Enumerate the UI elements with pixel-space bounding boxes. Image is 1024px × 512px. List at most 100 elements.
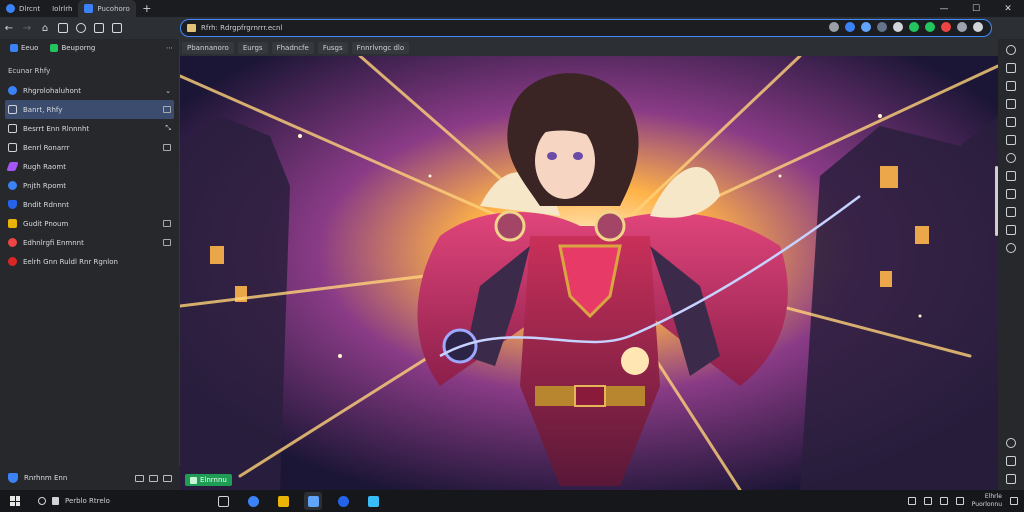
sidebar-item-7[interactable]: Gudit Pnoum	[0, 214, 179, 233]
download-icon[interactable]	[925, 22, 935, 32]
translate-icon[interactable]	[1006, 225, 1016, 235]
volume-icon[interactable]	[939, 497, 948, 505]
sidebar-footer-label[interactable]: Rnrhnm Enn	[24, 474, 67, 482]
plus-icon[interactable]	[1006, 243, 1016, 253]
chat-icon[interactable]	[1006, 117, 1016, 127]
start-button[interactable]	[0, 496, 30, 506]
bookmark-item-2[interactable]: Fhadncfe	[271, 41, 314, 54]
settings-icon[interactable]	[1006, 438, 1016, 448]
taskbar-app-store[interactable]	[364, 492, 382, 510]
games-icon[interactable]	[1006, 153, 1016, 163]
extensions-button[interactable]	[72, 19, 90, 37]
taskbar-app-browser[interactable]	[244, 492, 262, 510]
sidebar-item-9[interactable]: Eelrh Gnn Ruldl Rnr Rgnlon	[0, 252, 179, 271]
sidebar-item-6[interactable]: Bndit Rdnnnt	[0, 195, 179, 214]
sidebar-item-0[interactable]: Rhgrolohaluhont ⌄	[0, 81, 179, 100]
grid-icon[interactable]	[1006, 81, 1016, 91]
office-icon[interactable]	[1006, 171, 1016, 181]
sidebar-header: Eeuo Beuporng ⋯	[0, 39, 179, 57]
reading-view-button[interactable]	[54, 19, 72, 37]
address-bar[interactable]: Rfrh: Rdrgpfrgrnrrr.ecnl	[180, 19, 992, 37]
bookmark-item-3[interactable]: Fusgs	[317, 41, 348, 54]
notification-icon[interactable]	[1010, 497, 1018, 505]
bookmark-item-1[interactable]: Eurgs	[237, 41, 268, 54]
search-icon[interactable]	[1006, 45, 1016, 55]
box-icon[interactable]	[163, 106, 171, 113]
split-screen-icon[interactable]	[1006, 456, 1016, 466]
site-info-icon[interactable]	[187, 24, 196, 32]
task-view-icon	[217, 495, 229, 507]
menu-icon[interactable]	[973, 22, 983, 32]
task-view-button[interactable]	[214, 492, 232, 510]
sidebar-item-5[interactable]: Pnjth Rpomt	[0, 176, 179, 195]
tab-1[interactable]: Iolrlrh	[46, 1, 78, 16]
sidebar-head-item-0[interactable]: Eeuo	[6, 42, 42, 54]
box-icon[interactable]	[163, 239, 171, 246]
wifi-icon[interactable]	[923, 497, 932, 505]
sidebar-head-item-1[interactable]: Beuporng	[46, 42, 99, 54]
profile-icon[interactable]	[957, 22, 967, 32]
settings-icon[interactable]	[163, 474, 172, 482]
record-icon[interactable]	[941, 22, 951, 32]
box-icon[interactable]	[163, 144, 171, 151]
sidebar-item-8[interactable]: Edhnlrgfi Enmnnt	[0, 233, 179, 252]
gear-icon[interactable]	[893, 22, 903, 32]
back-button[interactable]: ←	[0, 19, 18, 37]
taskbar-app-edge[interactable]	[334, 492, 352, 510]
shield-icon[interactable]	[845, 22, 855, 32]
minimize-button[interactable]: —	[928, 0, 960, 17]
calendar-icon[interactable]	[1006, 207, 1016, 217]
folder-icon	[277, 495, 289, 507]
more-options-icon[interactable]: ⋯	[166, 44, 173, 52]
sidebar-toggle-icon[interactable]	[1006, 474, 1016, 484]
share-button[interactable]	[90, 19, 108, 37]
edge-icon[interactable]	[861, 22, 871, 32]
sidebar-item-2[interactable]: Besrrt Enn Rlnnnht ⤡	[0, 119, 179, 138]
chevron-up-icon[interactable]	[907, 497, 916, 505]
new-tab-button[interactable]: +	[140, 2, 154, 15]
taskbar-app-explorer[interactable]	[274, 492, 292, 510]
shield-icon	[8, 200, 17, 209]
sidebar-title: Ecunar Rhfy	[8, 67, 51, 75]
puzzle-icon[interactable]	[829, 22, 839, 32]
browser-toolbar: ← → ⌂ Rfrh: Rdrgpfrgrnrrr.ecnl	[0, 17, 1024, 39]
sidebar-item-1[interactable]: Banrt, Rhfy	[5, 100, 174, 119]
bookmark-icon[interactable]	[909, 22, 919, 32]
image-icon[interactable]	[1006, 63, 1016, 73]
forward-button[interactable]: →	[18, 19, 36, 37]
sync-icon[interactable]	[877, 22, 887, 32]
warning-icon	[8, 238, 17, 247]
collections-icon	[112, 23, 122, 33]
sidebar-item-3[interactable]: Benrl Ronarrr	[0, 138, 179, 157]
collections-button[interactable]	[108, 19, 126, 37]
window-icon[interactable]	[135, 474, 144, 482]
content-badge-label: Elnrnnu	[200, 476, 227, 484]
feather-icon	[6, 162, 19, 171]
rail-bottom	[1006, 438, 1016, 484]
list-icon	[8, 124, 17, 133]
taskbar-app-active[interactable]	[304, 492, 322, 510]
expand-icon[interactable]: ⤡	[165, 124, 171, 133]
maximize-button[interactable]: ☐	[960, 0, 992, 17]
content-status-badge[interactable]: Elnrnnu	[185, 474, 232, 486]
bookmark-item-4[interactable]: Fnnrlvngc dlo	[351, 41, 410, 54]
sidebar-item-4[interactable]: Rugh Raomt	[0, 157, 179, 176]
tools-icon[interactable]	[1006, 135, 1016, 145]
battery-icon[interactable]	[955, 497, 964, 505]
sidebar-item-label: Benrl Ronarrr	[23, 143, 70, 152]
outlook-icon[interactable]	[1006, 189, 1016, 199]
tab-0[interactable]: Dlrcnt	[0, 1, 46, 16]
bookmark-item-0[interactable]: Pbannanoro	[182, 41, 234, 54]
split-icon[interactable]	[149, 474, 158, 482]
box-icon[interactable]	[163, 220, 171, 227]
webpage-content[interactable]: Elnrnnu	[180, 56, 998, 490]
sidebar-panel: Eeuo Beuporng ⋯ Ecunar Rhfy Rhgrolohaluh…	[0, 39, 180, 490]
home-button[interactable]: ⌂	[36, 19, 54, 37]
tab-2-active[interactable]: Pucohoro	[78, 0, 136, 17]
chevron-down-icon[interactable]: ⌄	[165, 87, 171, 95]
clock[interactable]: Elhrle Puorlonnu	[972, 493, 1002, 509]
sidebar-item-label: Rugh Raomt	[23, 162, 66, 171]
close-button[interactable]: ✕	[992, 0, 1024, 17]
taskbar-search[interactable]: Perblo Rtrelo	[30, 497, 118, 505]
shopping-icon[interactable]	[1006, 99, 1016, 109]
